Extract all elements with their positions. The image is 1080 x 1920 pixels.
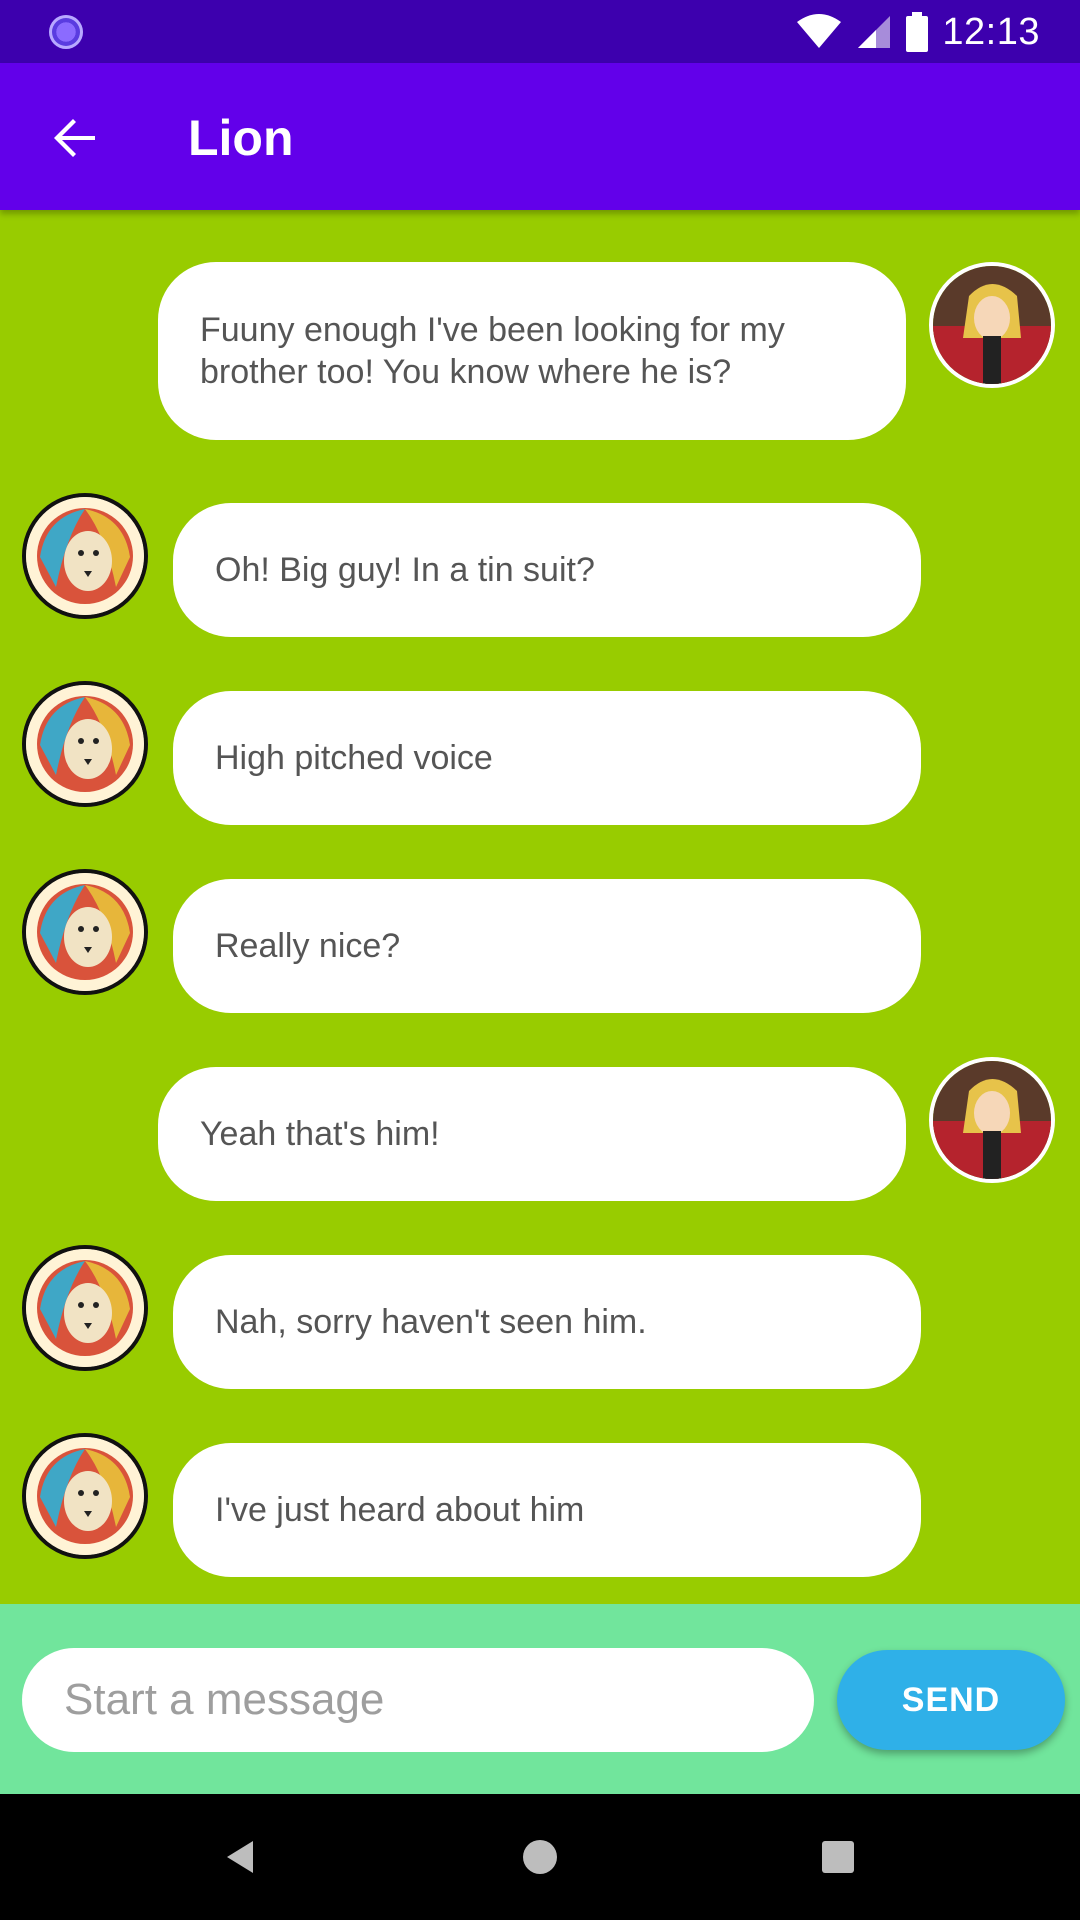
user-avatar-icon: [933, 266, 1051, 384]
status-icons: 12:13: [796, 8, 1040, 56]
avatar: [22, 681, 148, 807]
signal-icon: [858, 16, 891, 48]
message-bubble: Really nice?: [173, 879, 921, 1013]
send-button[interactable]: SEND: [837, 1650, 1065, 1750]
sync-icon: [49, 15, 83, 49]
message-bubble: Yeah that's him!: [158, 1067, 906, 1201]
nav-back-button[interactable]: [208, 1824, 274, 1890]
message-text: Really nice?: [215, 927, 401, 965]
message-list[interactable]: Fuuny enough I've been looking for my br…: [0, 210, 1080, 1604]
arrow-left-icon: [54, 119, 95, 157]
message-text: I've just heard about him: [215, 1491, 585, 1529]
user-avatar-icon: [933, 1061, 1051, 1179]
avatar: [22, 493, 148, 619]
message-bubble: I've just heard about him: [173, 1443, 921, 1577]
avatar: [22, 1245, 148, 1371]
avatar: [22, 1433, 148, 1559]
avatar: [929, 262, 1055, 388]
home-circle-icon: [523, 1840, 557, 1874]
message-text: Yeah that's him!: [200, 1115, 440, 1153]
status-bar: 12:13: [0, 0, 1080, 63]
lion-avatar-icon: [26, 1249, 144, 1367]
avatar: [929, 1057, 1055, 1183]
message-text: Oh! Big guy! In a tin suit?: [215, 551, 595, 589]
message-text: Fuuny enough I've been looking for my br…: [200, 311, 785, 391]
battery-icon: [906, 12, 929, 52]
app-bar: Lion: [0, 63, 1080, 210]
status-time: 12:13: [942, 10, 1040, 53]
message-text: Nah, sorry haven't seen him.: [215, 1303, 647, 1341]
back-button[interactable]: [40, 103, 110, 173]
lion-avatar-icon: [26, 873, 144, 991]
message-bubble: High pitched voice: [173, 691, 921, 825]
lion-avatar-icon: [26, 685, 144, 803]
message-bubble: Fuuny enough I've been looking for my br…: [158, 262, 906, 440]
back-triangle-icon: [227, 1841, 253, 1873]
lion-avatar-icon: [26, 1437, 144, 1555]
message-text: High pitched voice: [215, 739, 493, 777]
avatar: [22, 869, 148, 995]
nav-home-button[interactable]: [507, 1824, 573, 1890]
message-bubble: Nah, sorry haven't seen him.: [173, 1255, 921, 1389]
page-title: Lion: [188, 110, 294, 166]
system-nav-bar: [0, 1794, 1080, 1920]
nav-recents-button[interactable]: [805, 1824, 871, 1890]
wifi-icon: [797, 14, 842, 48]
lion-avatar-icon: [26, 497, 144, 615]
message-input[interactable]: [22, 1648, 814, 1752]
recents-square-icon: [822, 1841, 854, 1873]
composer-bar: SEND: [0, 1604, 1080, 1794]
message-bubble: Oh! Big guy! In a tin suit?: [173, 503, 921, 637]
